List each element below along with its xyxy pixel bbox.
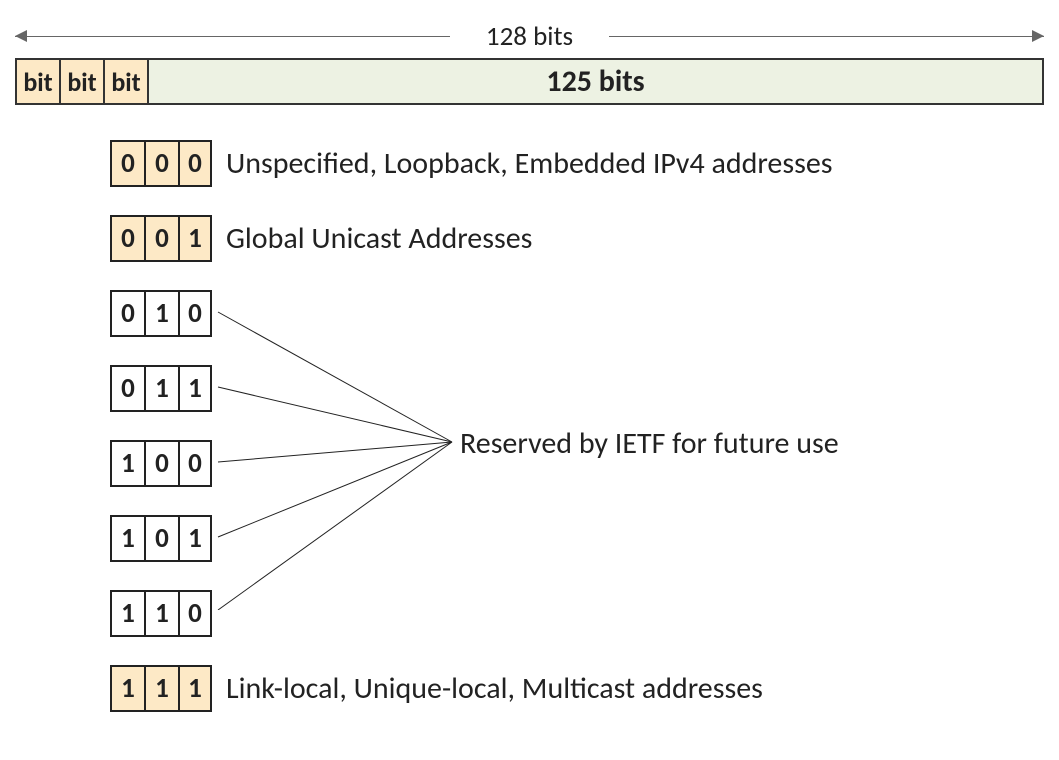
bit-digit: 1 bbox=[110, 440, 144, 487]
prefix-row-000: 0 0 0 Unspecified, Loopback, Embedded IP… bbox=[110, 140, 1044, 187]
prefix-row-010: 0 1 0 bbox=[110, 290, 1044, 337]
bit-digit: 0 bbox=[110, 140, 144, 187]
bit-triplet: 0 1 1 bbox=[110, 365, 212, 412]
row-desc: Global Unicast Addresses bbox=[226, 220, 532, 257]
width-caption-text: 128 bits bbox=[468, 20, 591, 53]
bit-digit: 0 bbox=[178, 140, 212, 187]
bit-cell-2: bit bbox=[103, 58, 147, 105]
reserved-label: Reserved by IETF for future use bbox=[460, 425, 839, 462]
bit-digit: 1 bbox=[144, 590, 178, 637]
row-desc: Unspecified, Loopback, Embedded IPv4 add… bbox=[226, 145, 832, 182]
bit-triplet: 0 0 1 bbox=[110, 215, 212, 262]
bit-triplet: 0 0 0 bbox=[110, 140, 212, 187]
bit-digit: 0 bbox=[144, 440, 178, 487]
bit-digit: 1 bbox=[144, 665, 178, 712]
bit-digit: 1 bbox=[178, 215, 212, 262]
bit-digit: 0 bbox=[144, 140, 178, 187]
bit-cell-0: bit bbox=[15, 58, 59, 105]
bit-triplet: 1 0 1 bbox=[110, 515, 212, 562]
bit-digit: 0 bbox=[110, 215, 144, 262]
arrow-right-icon bbox=[1032, 30, 1044, 42]
prefix-row-101: 1 0 1 bbox=[110, 515, 1044, 562]
rest-bits-cell: 125 bits bbox=[147, 58, 1044, 105]
prefix-row-110: 1 1 0 bbox=[110, 590, 1044, 637]
row-desc: Link-local, Unique-local, Multicast addr… bbox=[226, 670, 763, 707]
bit-digit: 1 bbox=[144, 365, 178, 412]
bit-digit: 0 bbox=[178, 290, 212, 337]
bit-digit: 0 bbox=[144, 515, 178, 562]
bit-digit: 0 bbox=[178, 590, 212, 637]
width-caption: 128 bits bbox=[15, 20, 1044, 56]
bit-triplet: 1 1 0 bbox=[110, 590, 212, 637]
prefix-row-001: 0 0 1 Global Unicast Addresses bbox=[110, 215, 1044, 262]
bit-digit: 1 bbox=[144, 290, 178, 337]
prefix-row-111: 1 1 1 Link-local, Unique-local, Multicas… bbox=[110, 665, 1044, 712]
bit-digit: 1 bbox=[178, 515, 212, 562]
bit-digit: 0 bbox=[110, 365, 144, 412]
bit-digit: 0 bbox=[110, 290, 144, 337]
bit-digit: 1 bbox=[110, 665, 144, 712]
bit-digit: 1 bbox=[178, 365, 212, 412]
bit-digit: 0 bbox=[144, 215, 178, 262]
bit-triplet: 0 1 0 bbox=[110, 290, 212, 337]
bit-digit: 0 bbox=[178, 440, 212, 487]
bit-digit: 1 bbox=[110, 515, 144, 562]
bit-digit: 1 bbox=[110, 590, 144, 637]
prefix-rows: 0 0 0 Unspecified, Loopback, Embedded IP… bbox=[110, 140, 1044, 712]
bit-triplet: 1 0 0 bbox=[110, 440, 212, 487]
bit-triplet: 1 1 1 bbox=[110, 665, 212, 712]
bit-cell-1: bit bbox=[59, 58, 103, 105]
address-bar: bit bit bit 125 bits bbox=[15, 58, 1044, 105]
caption-line-right bbox=[609, 36, 1044, 37]
bit-digit: 1 bbox=[178, 665, 212, 712]
prefix-row-011: 0 1 1 bbox=[110, 365, 1044, 412]
